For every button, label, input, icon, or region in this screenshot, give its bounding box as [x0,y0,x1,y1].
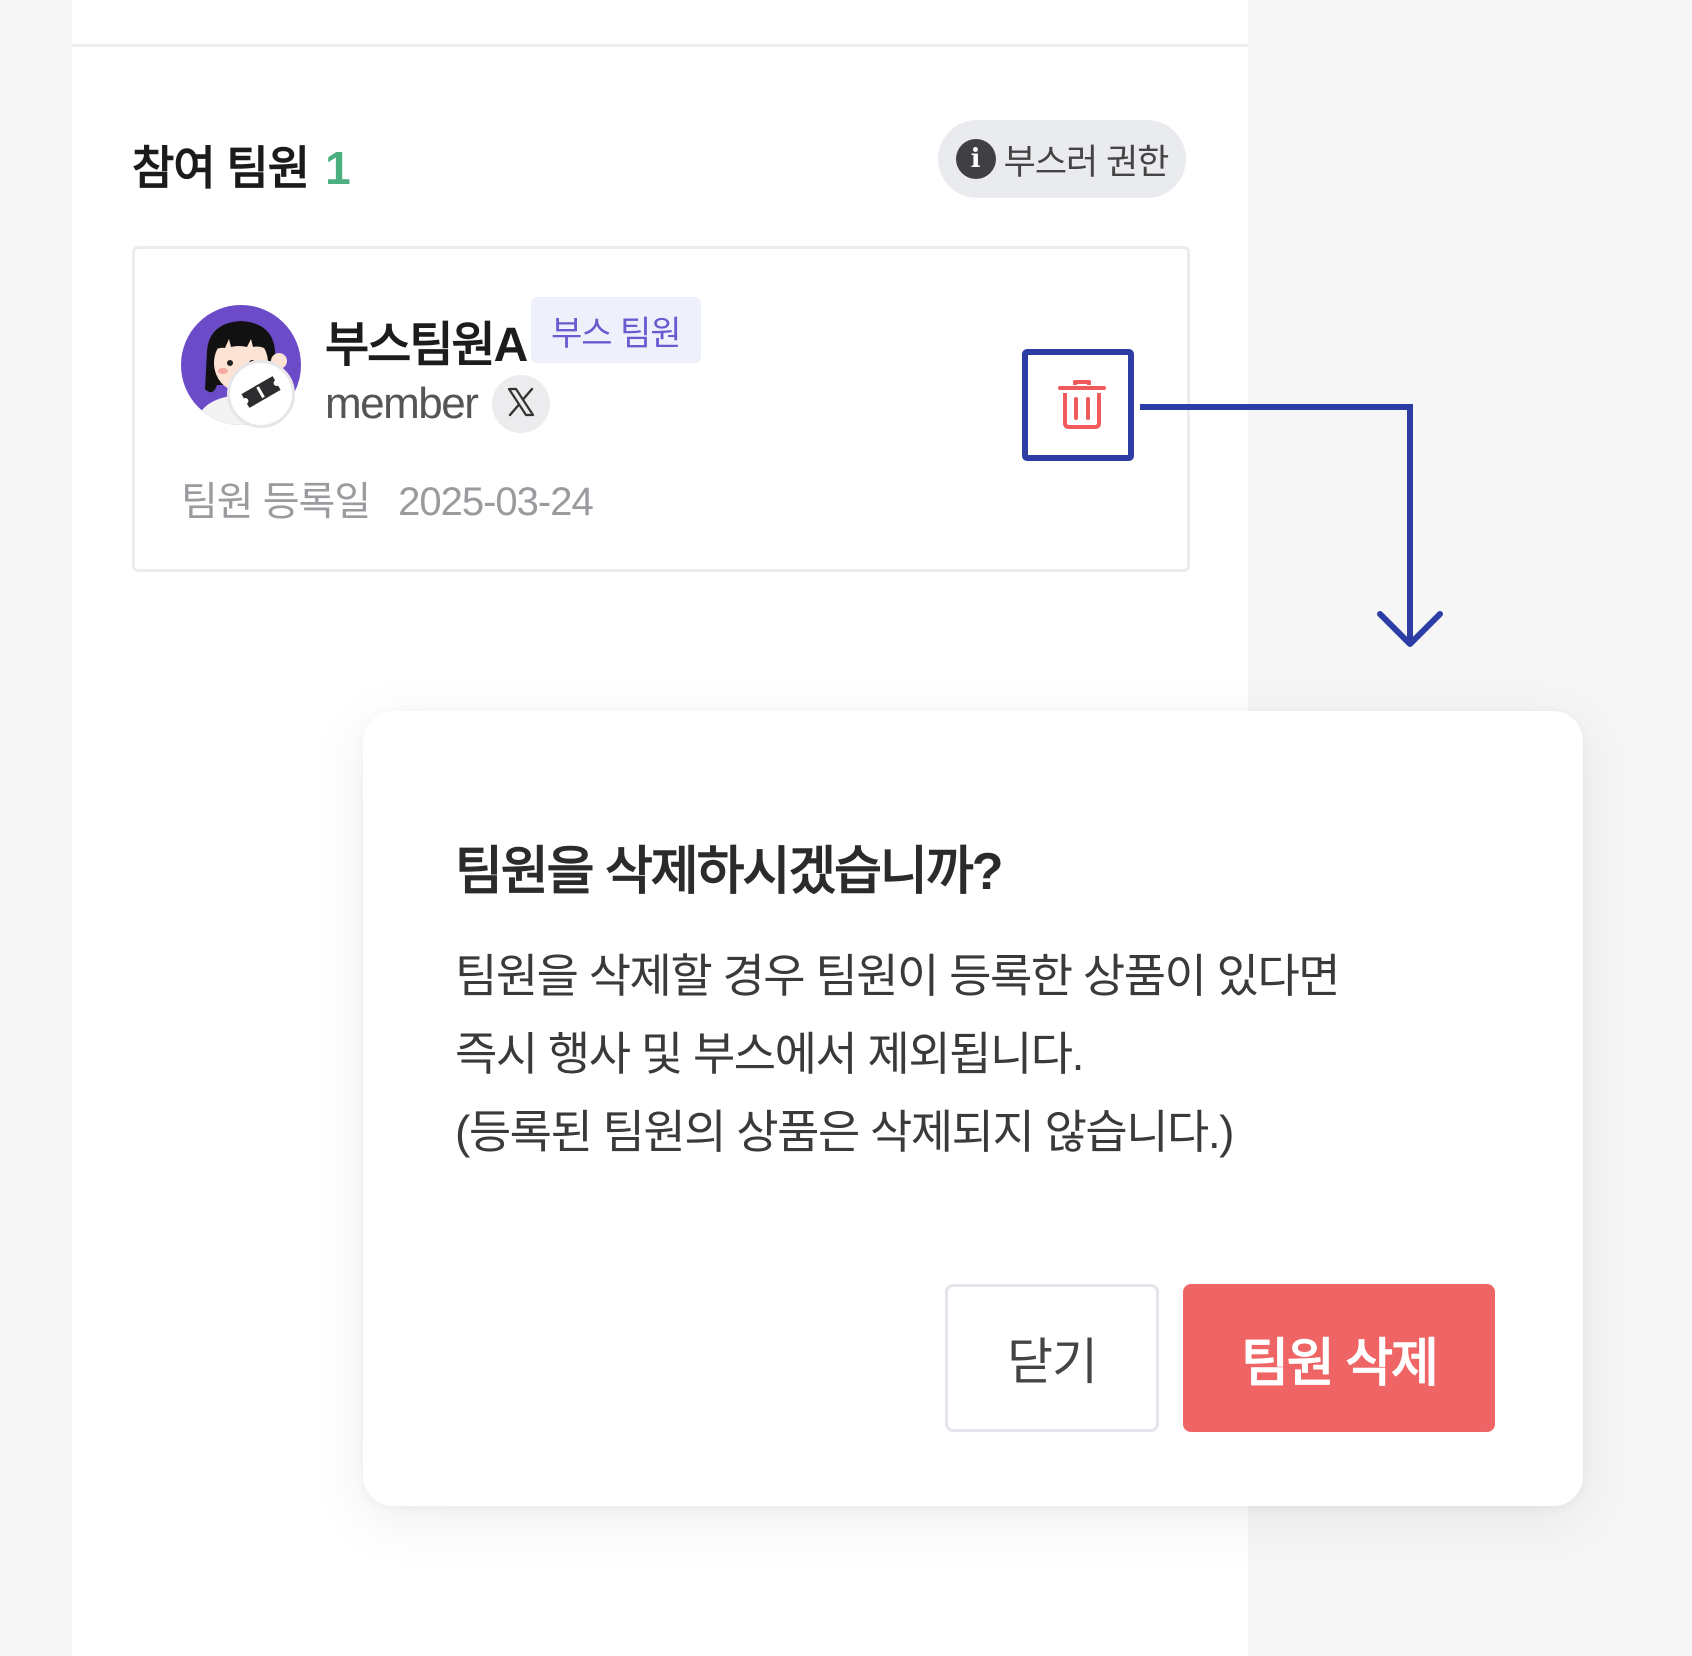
dialog-body-line: 즉시 행사 및 부스에서 제외됩니다. [455,1028,1084,1080]
dialog-body-line: (등록된 팀원의 상품은 삭제되지 않습니다.) [455,1106,1234,1158]
dialog-body-line: 팀원을 삭제할 경우 팀원이 등록한 상품이 있다면 [455,950,1341,1002]
dialog-body: 팀원을 삭제할 경우 팀원이 등록한 상품이 있다면 즉시 행사 및 부스에서 … [455,937,1341,1171]
dialog-title: 팀원을 삭제하시겠습니까? [455,843,1003,901]
close-button[interactable]: 닫기 [945,1284,1159,1432]
delete-confirm-dialog: 팀원을 삭제하시겠습니까? 팀원을 삭제할 경우 팀원이 등록한 상품이 있다면… [363,711,1583,1506]
delete-team-member-button[interactable]: 팀원 삭제 [1183,1284,1495,1432]
connector-arrow [1140,404,1443,647]
